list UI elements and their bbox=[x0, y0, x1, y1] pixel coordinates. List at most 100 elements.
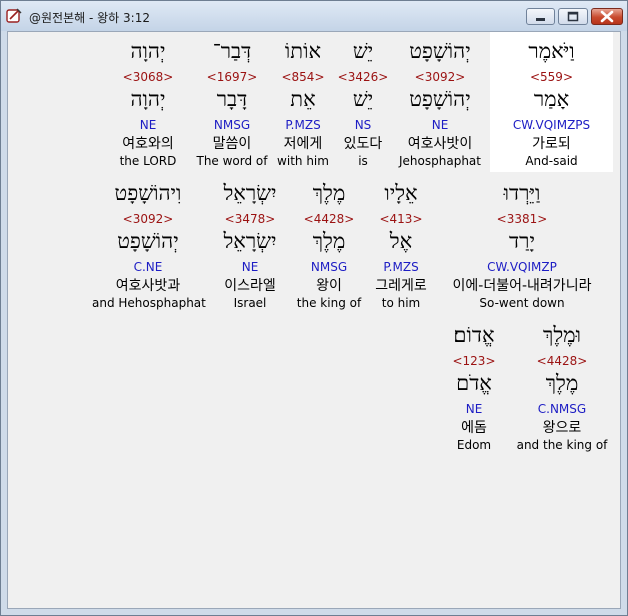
korean-gloss: 왕으로 bbox=[542, 420, 582, 436]
hebrew-lemma: יְהוֹשָׁפָט bbox=[409, 87, 471, 111]
english-gloss: and the king of bbox=[516, 438, 608, 452]
english-gloss: to him bbox=[381, 296, 421, 310]
english-gloss: the king of bbox=[296, 296, 362, 310]
korean-gloss: 있도다 bbox=[343, 136, 383, 152]
english-gloss: And-said bbox=[525, 154, 578, 168]
hebrew-lemma: אֵת bbox=[290, 87, 316, 111]
korean-gloss: 그레게로 bbox=[375, 278, 427, 294]
close-button[interactable] bbox=[591, 8, 623, 25]
hebrew-word: יֵשׁ bbox=[352, 39, 374, 63]
english-gloss: Israel bbox=[233, 296, 267, 310]
morphology-code: P.MZS bbox=[285, 118, 321, 132]
hebrew-word: וַיֹּאמֶר bbox=[528, 39, 575, 63]
word-cell[interactable]: אֵלָיו <413> אֶל P.MZS 그레게로 to him bbox=[366, 182, 436, 317]
korean-gloss: 왕이 bbox=[316, 278, 342, 294]
korean-gloss: 이에-더불어-내려가니라 bbox=[452, 278, 592, 294]
strong-number[interactable]: <3068> bbox=[108, 70, 188, 84]
english-gloss: Jehosphaphat bbox=[399, 154, 481, 168]
hebrew-word: אֱדוֹם׃ bbox=[453, 323, 495, 347]
word-cell[interactable]: יְהוֹשָׁפָט <3092> יְהוֹשָׁפָט NE 여호사밧이 … bbox=[392, 40, 488, 175]
hebrew-lemma: יִשְׂרָאֵל bbox=[223, 229, 277, 253]
hebrew-word: יְהוֹשָׁפָט bbox=[409, 39, 471, 63]
app-window: @원전본해 - 왕하 3:12 יְהוָה <3068> יְהוָה NE bbox=[0, 0, 628, 616]
interlinear-view[interactable]: יְהוָה <3068> יְהוָה NE 여호와의 the LORD דְ… bbox=[7, 31, 621, 609]
app-icon bbox=[6, 8, 22, 23]
hebrew-lemma: דָּבָר bbox=[216, 87, 248, 111]
hebrew-lemma: מֶלֶךְ bbox=[545, 371, 579, 395]
english-gloss: and Hehosphaphat bbox=[92, 296, 206, 310]
korean-gloss: 이스라엘 bbox=[224, 278, 276, 294]
word-cell[interactable]: יִשְׂרָאֵל <3478> יִשְׂרָאֵל NE 이스라엘 Isr… bbox=[206, 182, 294, 317]
english-gloss: Edom bbox=[456, 438, 492, 452]
hebrew-lemma: אֱדֹם bbox=[456, 371, 492, 395]
hebrew-word: אוֹתוֹ bbox=[284, 39, 322, 63]
korean-gloss: 가로되 bbox=[532, 136, 571, 152]
morphology-code: NMSG bbox=[310, 260, 348, 274]
strong-number[interactable]: <3092> bbox=[392, 70, 488, 84]
strong-number[interactable]: <413> bbox=[366, 212, 436, 226]
hebrew-word: דְּבַר־ bbox=[212, 39, 252, 63]
word-cell[interactable]: אוֹתוֹ <854> אֵת P.MZS 저에게 with him bbox=[272, 40, 334, 175]
morphology-code: NE bbox=[431, 118, 449, 132]
strong-number[interactable]: <559> bbox=[490, 70, 613, 84]
hebrew-lemma: יָרַד bbox=[509, 229, 535, 253]
morphology-code: CW.VQIMZP bbox=[487, 260, 557, 274]
korean-gloss: 여호와의 bbox=[122, 136, 174, 152]
hebrew-word: יִשְׂרָאֵל bbox=[223, 181, 277, 205]
strong-number[interactable]: <123> bbox=[438, 354, 510, 368]
morphology-code: NE bbox=[465, 402, 483, 416]
morphology-code: NMSG bbox=[213, 118, 251, 132]
hebrew-lemma: יְהוֹשָׁפָט bbox=[117, 229, 179, 253]
hebrew-lemma: מֶלֶךְ bbox=[312, 229, 346, 253]
maximize-button[interactable] bbox=[558, 8, 588, 25]
strong-number[interactable]: <3426> bbox=[336, 70, 390, 84]
hebrew-word: אֵלָיו bbox=[384, 181, 418, 205]
hebrew-word: יְהוָה bbox=[130, 39, 166, 63]
morphology-code: CW.VQIMZPS bbox=[512, 118, 591, 132]
hebrew-lemma: יְהוָה bbox=[130, 87, 166, 111]
korean-gloss: 여호사밧과 bbox=[115, 278, 181, 294]
word-cell[interactable]: וִיהוֹשָׁפָט <3092> יְהוֹשָׁפָט C.NE 여호사… bbox=[92, 181, 206, 317]
korean-gloss: 저에게 bbox=[283, 136, 323, 152]
strong-number[interactable]: <4428> bbox=[512, 354, 612, 368]
close-icon bbox=[600, 10, 614, 23]
strong-number[interactable]: <1697> bbox=[192, 70, 272, 84]
english-gloss: with him bbox=[277, 154, 329, 168]
korean-gloss: 말씀이 bbox=[212, 136, 252, 152]
maximize-icon bbox=[567, 11, 579, 22]
english-gloss: is bbox=[358, 154, 368, 168]
english-gloss: The word of bbox=[196, 154, 268, 168]
strong-number[interactable]: <854> bbox=[272, 70, 334, 84]
hebrew-lemma: יֵשׁ bbox=[352, 87, 374, 111]
english-gloss: the LORD bbox=[119, 154, 177, 168]
minimize-icon bbox=[536, 18, 545, 21]
hebrew-lemma: אֶל bbox=[389, 229, 413, 253]
strong-number[interactable]: <3092> bbox=[92, 212, 204, 226]
strong-number[interactable]: <3478> bbox=[206, 212, 294, 226]
korean-gloss: 여호사밧이 bbox=[407, 136, 473, 152]
hebrew-word: וַיֵּרְדוּ bbox=[503, 181, 541, 205]
strong-number[interactable]: <3381> bbox=[436, 212, 608, 226]
minimize-button[interactable] bbox=[526, 8, 555, 25]
word-cell[interactable]: יֵשׁ <3426> יֵשׁ NS 있도다 is bbox=[336, 40, 390, 175]
word-cell[interactable]: מֶלֶךְ <4428> מֶלֶךְ NMSG 왕이 the king of bbox=[294, 182, 364, 317]
word-cell[interactable]: יְהוָה <3068> יְהוָה NE 여호와의 the LORD bbox=[108, 40, 188, 175]
word-cell[interactable]: דְּבַר־ <1697> דָּבָר NMSG 말씀이 The word … bbox=[192, 40, 272, 175]
english-gloss: So-went down bbox=[479, 296, 565, 310]
strong-number[interactable]: <4428> bbox=[294, 212, 364, 226]
morphology-code: NE bbox=[241, 260, 259, 274]
word-cell[interactable]: וּמֶלֶךְ <4428> מֶלֶךְ C.NMSG 왕으로 and th… bbox=[512, 324, 612, 459]
title-bar[interactable]: @원전본해 - 왕하 3:12 bbox=[1, 1, 627, 31]
hebrew-word: מֶלֶךְ bbox=[312, 181, 346, 205]
hebrew-word: וִיהוֹשָׁפָט bbox=[114, 181, 182, 205]
hebrew-word: וּמֶלֶךְ bbox=[543, 323, 581, 347]
word-cell-selected[interactable]: וַיֹּאמֶר <559> אָמַר CW.VQIMZPS 가로되 And… bbox=[490, 40, 613, 175]
word-cell[interactable]: וַיֵּרְדוּ <3381> יָרַד CW.VQIMZP 이에-더불어… bbox=[436, 182, 608, 317]
window-title: @원전본해 - 왕하 3:12 bbox=[29, 11, 150, 25]
hebrew-lemma: אָמַר bbox=[533, 87, 570, 111]
morphology-code: NS bbox=[354, 118, 372, 132]
word-cell[interactable]: אֱדוֹם׃ <123> אֱדֹם NE 에돔 Edom bbox=[438, 324, 510, 459]
morphology-code: P.MZS bbox=[383, 260, 419, 274]
morphology-code: C.NE bbox=[133, 260, 163, 274]
morphology-code: NE bbox=[139, 118, 157, 132]
